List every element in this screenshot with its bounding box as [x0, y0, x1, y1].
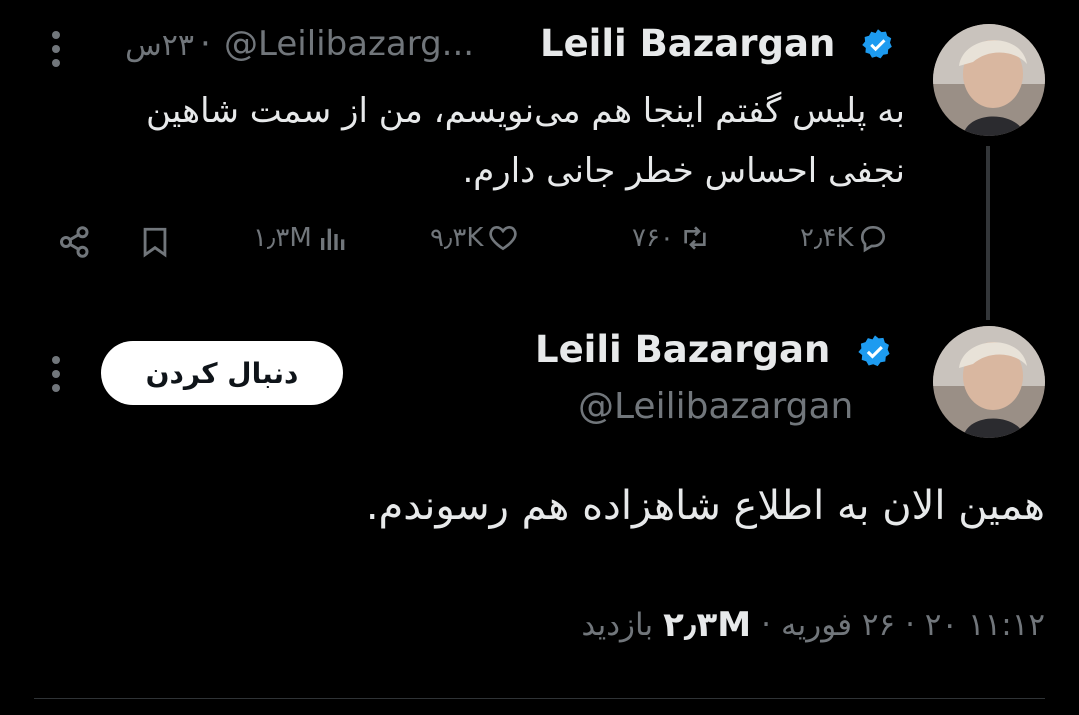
- reply-icon: [861, 226, 886, 253]
- thread-line: [986, 146, 990, 320]
- main-tweet-text: همین الان به اطلاع شاهزاده هم رسوندم.: [365, 483, 1045, 529]
- divider: [34, 698, 1045, 699]
- like-icon: [489, 225, 518, 251]
- repost-icon: [684, 226, 706, 250]
- views-button[interactable]: ۱٫۳M: [253, 222, 350, 254]
- reply-button[interactable]: ۲٫۴K: [800, 222, 889, 254]
- like-count: ۹٫۳K: [430, 223, 484, 253]
- views-count: ۱٫۳M: [253, 223, 312, 253]
- bookmark-icon[interactable]: [138, 224, 172, 260]
- main-views-count: ۲٫۳M: [663, 605, 752, 645]
- reply-text-line2: نجفی احساس خطر جانی دارم.: [462, 151, 905, 191]
- reply-separator: ·: [200, 24, 211, 64]
- main-more-icon[interactable]: [50, 356, 62, 398]
- reply-author-avatar[interactable]: [933, 24, 1045, 136]
- meta-separator: ·: [761, 607, 771, 643]
- main-author-handle[interactable]: @Leilibazargan: [578, 386, 853, 427]
- main-tweet-meta: ۱۱:۱۲ ۲۰ · ۲۶ فوریه · ۲٫۳M بازدید: [520, 600, 1045, 650]
- views-icon: [320, 228, 345, 250]
- main-author-name[interactable]: Leili Bazargan: [535, 328, 830, 371]
- reply-author-name[interactable]: Leili Bazargan: [540, 22, 835, 65]
- share-icon[interactable]: [57, 224, 93, 260]
- main-author-avatar[interactable]: [933, 326, 1045, 438]
- verified-badge-icon: [862, 29, 892, 59]
- verified-badge-icon: [858, 335, 890, 367]
- reply-more-icon[interactable]: [50, 31, 62, 73]
- reply-author-handle[interactable]: @Leilibazarg...: [224, 24, 474, 64]
- reply-count: ۲٫۴K: [800, 223, 854, 253]
- like-button[interactable]: ۹٫۳K: [430, 222, 519, 254]
- main-views-label: بازدید: [581, 607, 654, 643]
- reply-text-line1: به پلیس گفتم اینجا هم می‌نویسم، من از سم…: [146, 91, 905, 131]
- repost-button[interactable]: ۷۶۰: [632, 222, 712, 254]
- repost-count: ۷۶۰: [632, 223, 674, 253]
- follow-button[interactable]: دنبال کردن: [101, 341, 343, 405]
- reply-time[interactable]: ۲۳س: [100, 28, 194, 63]
- main-tweet-timestamp[interactable]: ۱۱:۱۲ ۲۰ · ۲۶ فوریه: [781, 607, 1045, 643]
